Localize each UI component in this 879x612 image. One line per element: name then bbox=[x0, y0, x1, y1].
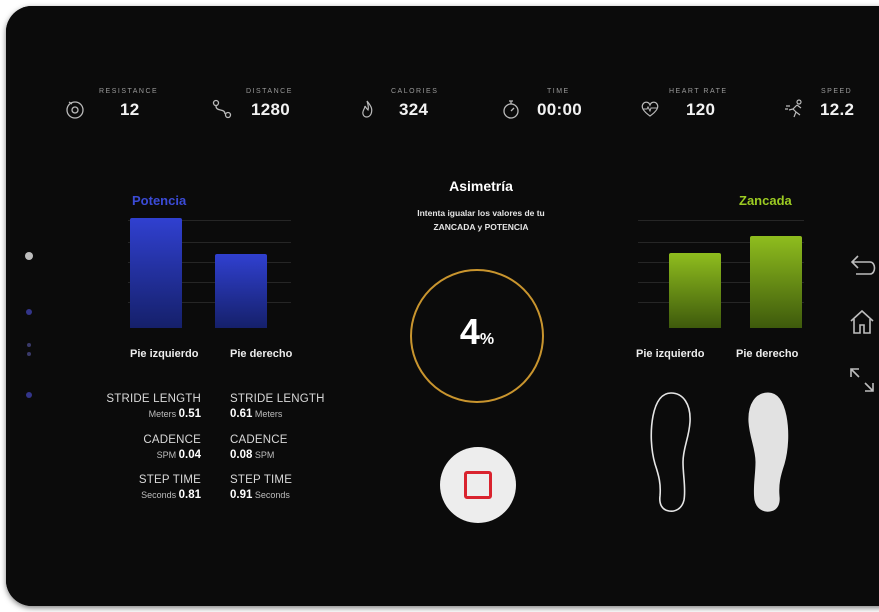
asymmetry-percent: 4% bbox=[410, 311, 544, 353]
stat-heart-rate: HEART RATE 120 bbox=[639, 88, 759, 128]
asymmetry-title: Asimetría bbox=[449, 178, 513, 194]
stat-label: CALORIES bbox=[391, 88, 439, 95]
metric-value: 0.61 Meters bbox=[230, 408, 283, 420]
stat-value: 324 bbox=[399, 100, 429, 119]
gridline bbox=[638, 220, 804, 221]
stat-value: 12 bbox=[120, 100, 140, 119]
sensor-dot bbox=[26, 392, 32, 398]
asymmetry-hint-line2: ZANCADA y POTENCIA bbox=[433, 222, 529, 232]
stat-resistance: RESISTANCE 12 bbox=[64, 88, 174, 128]
stop-button[interactable] bbox=[440, 447, 516, 523]
metric-value: SPM 0.04 bbox=[156, 449, 201, 461]
asymmetry-value: 4 bbox=[459, 311, 480, 352]
bar-right-foot-power bbox=[215, 254, 267, 328]
asymmetry-hint-line1: Intenta igualar los valores de tu bbox=[417, 208, 545, 218]
bar-left-foot-power bbox=[130, 218, 182, 328]
right-footprint-icon bbox=[748, 392, 789, 512]
bar-left-foot-stride bbox=[669, 253, 721, 328]
metric-value: Meters 0.51 bbox=[148, 408, 201, 420]
distance-icon bbox=[212, 99, 232, 119]
camera-dot bbox=[25, 252, 33, 260]
metric-value: 0.91 Seconds bbox=[230, 489, 290, 501]
stat-value: 120 bbox=[686, 100, 716, 119]
left-chart-title: Potencia bbox=[132, 193, 187, 208]
stat-speed: SPEED 12.2 bbox=[784, 88, 879, 128]
metric-title: STRIDE LENGTH bbox=[230, 393, 325, 405]
stat-label: DISTANCE bbox=[246, 88, 293, 95]
sensor-dot bbox=[27, 343, 31, 347]
metric-title: STRIDE LENGTH bbox=[106, 393, 201, 405]
left-footprint-icon bbox=[650, 392, 691, 512]
right-foot-label: Pie derecho bbox=[736, 348, 799, 360]
heart-rate-icon bbox=[641, 101, 659, 117]
resistance-icon bbox=[66, 101, 84, 119]
bar-right-foot-stride bbox=[750, 236, 802, 328]
metric-value: 0.08 SPM bbox=[230, 449, 275, 461]
stat-label: HEART RATE bbox=[669, 88, 728, 95]
stat-label: TIME bbox=[547, 88, 570, 95]
right-chart-title: Zancada bbox=[739, 193, 792, 208]
left-foot-label: Pie izquierdo bbox=[130, 348, 199, 360]
stat-calories: CALORIES 324 bbox=[356, 88, 466, 128]
stop-icon bbox=[464, 471, 492, 499]
left-foot-label: Pie izquierdo bbox=[636, 348, 705, 360]
stat-label: RESISTANCE bbox=[99, 88, 159, 95]
metric-title: CADENCE bbox=[230, 434, 288, 446]
stat-value: 12.2 bbox=[820, 100, 855, 119]
tablet-frame: RESISTANCE 12 DISTANCE 1280 CALORIES 324 bbox=[6, 6, 879, 606]
stat-value: 1280 bbox=[251, 100, 291, 119]
metric-value: Seconds 0.81 bbox=[141, 489, 201, 501]
stat-time: TIME 00:00 bbox=[500, 88, 610, 128]
sensor-dot bbox=[27, 352, 31, 356]
speed-runner-icon bbox=[785, 99, 802, 118]
sensor-dot bbox=[26, 309, 32, 315]
metric-title: CADENCE bbox=[143, 434, 201, 446]
screen: RESISTANCE 12 DISTANCE 1280 CALORIES 324 bbox=[6, 6, 879, 606]
back-icon[interactable] bbox=[848, 252, 876, 278]
metric-title: STEP TIME bbox=[230, 474, 293, 486]
percent-symbol: % bbox=[479, 331, 495, 348]
right-foot-label: Pie derecho bbox=[230, 348, 293, 360]
stat-distance: DISTANCE 1280 bbox=[211, 88, 321, 128]
expand-icon[interactable] bbox=[848, 366, 876, 394]
stat-value: 00:00 bbox=[537, 100, 582, 119]
home-icon[interactable] bbox=[848, 308, 876, 336]
stat-label: SPEED bbox=[821, 88, 853, 95]
stopwatch-icon bbox=[503, 100, 519, 119]
flame-icon bbox=[362, 100, 373, 118]
metric-title: STEP TIME bbox=[138, 474, 201, 486]
